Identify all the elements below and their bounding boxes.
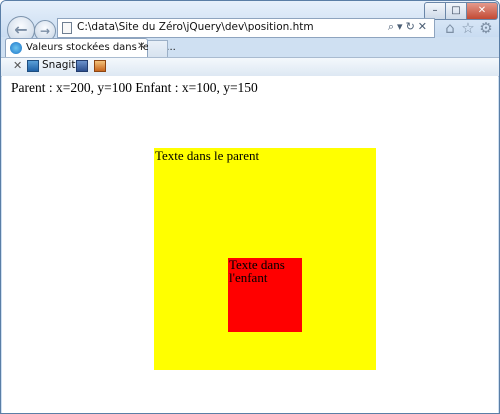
address-text[interactable]: C:\data\Site du Zéro\jQuery\dev\position… xyxy=(77,21,314,33)
parent-text: Texte dans le parent xyxy=(155,148,260,163)
snagit-button[interactable]: Snagit xyxy=(42,59,75,71)
home-icon[interactable]: ⌂ xyxy=(442,20,458,36)
gear-icon[interactable]: ⚙ xyxy=(478,20,494,36)
page-content: Parent : x=200, y=100 Enfant : x=100, y=… xyxy=(2,76,498,413)
stop-icon[interactable]: ✕ xyxy=(418,20,430,33)
dropdown-icon[interactable]: ▾ xyxy=(397,20,406,33)
close-toolbar-icon[interactable]: ✕ xyxy=(13,59,22,72)
address-actions: ⌕▾↻✕ xyxy=(388,20,430,34)
ie-icon xyxy=(10,42,22,54)
child-box: Texte dans l'enfant xyxy=(228,258,302,332)
snagit-icon[interactable] xyxy=(27,60,39,72)
tab-close-icon[interactable]: ✕ xyxy=(137,41,145,52)
star-icon[interactable]: ☆ xyxy=(460,20,476,36)
browser-window: – □ ✕ ← → C:\data\Site du Zéro\jQuery\de… xyxy=(0,0,500,414)
command-bar: ✕ Snagit xyxy=(1,57,499,77)
refresh-icon[interactable]: ↻ xyxy=(406,20,418,33)
close-window-button[interactable]: ✕ xyxy=(466,2,498,20)
positions-text: Parent : x=200, y=100 Enfant : x=100, y=… xyxy=(11,80,258,95)
title-bar: – □ ✕ ← → C:\data\Site du Zéro\jQuery\de… xyxy=(1,1,499,44)
child-text: Texte dans l'enfant xyxy=(229,257,285,285)
tab-active[interactable]: Valeurs stockées dans les él... ✕ xyxy=(5,38,176,58)
snagit-capture-icon[interactable] xyxy=(76,60,88,72)
new-tab-button[interactable] xyxy=(148,40,168,58)
snagit-settings-icon[interactable] xyxy=(94,60,106,72)
address-bar[interactable]: C:\data\Site du Zéro\jQuery\dev\position… xyxy=(57,18,435,38)
page-icon xyxy=(62,22,72,34)
maximize-button[interactable]: □ xyxy=(445,2,467,20)
parent-box: Texte dans le parent Texte dans l'enfant xyxy=(154,148,376,370)
search-icon[interactable]: ⌕ xyxy=(388,20,397,33)
